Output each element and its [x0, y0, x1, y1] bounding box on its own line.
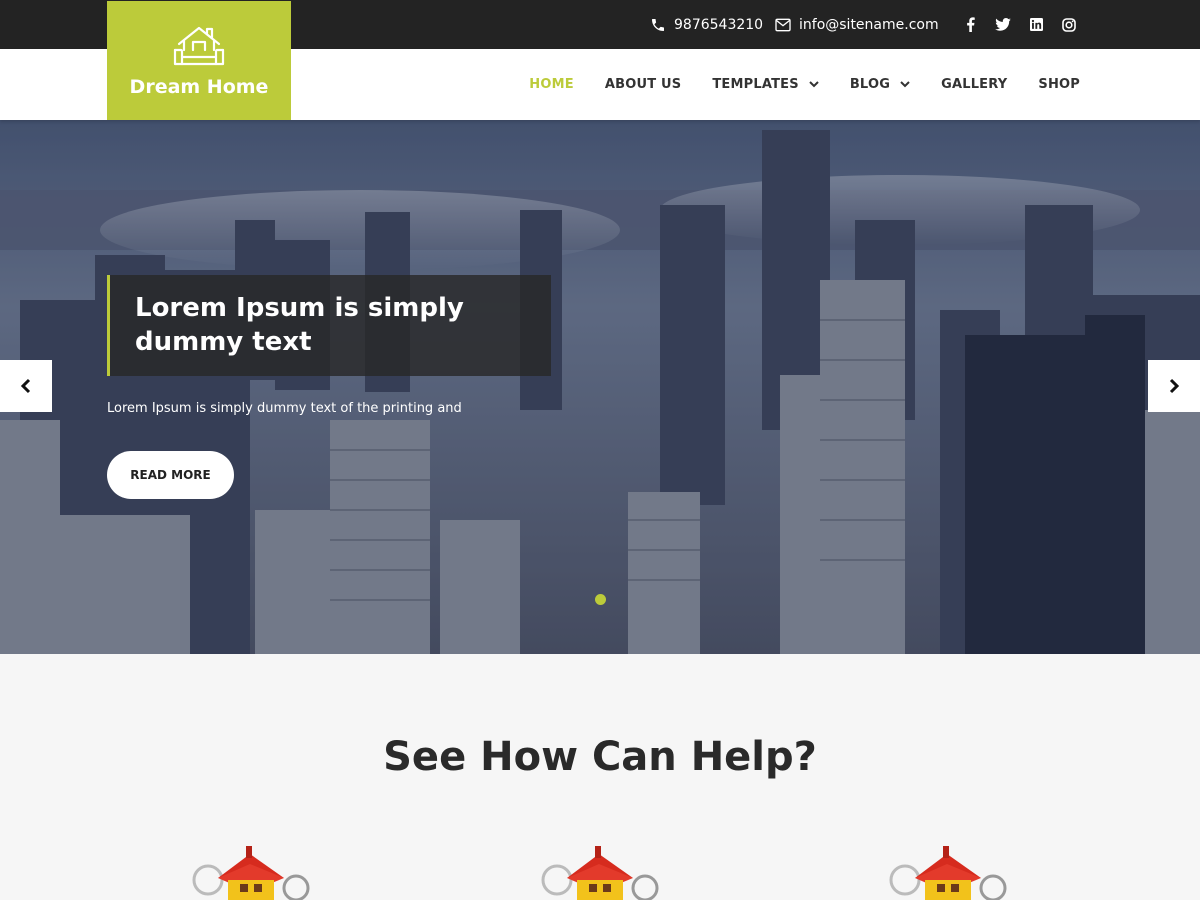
- nav-item-blog[interactable]: BLOG: [850, 77, 910, 92]
- city-skyline-image: [0, 120, 1200, 654]
- chevron-right-icon: [1169, 378, 1180, 394]
- logo-text: Dream Home: [129, 75, 269, 98]
- chevron-left-icon: [20, 378, 31, 394]
- twitter-icon[interactable]: [995, 17, 1011, 33]
- service-image-house[interactable]: [188, 840, 318, 900]
- nav-item-about-us[interactable]: ABOUT US: [605, 77, 682, 92]
- nav-label: BLOG: [849, 77, 891, 92]
- nav-item-gallery[interactable]: GALLERY: [941, 77, 1007, 92]
- hero-slider: Lorem Ipsum is simply dummy text Lorem I…: [0, 120, 1200, 654]
- main-nav: HOME ABOUT US TEMPLATES BLOG GALLERY SHO…: [498, 49, 1080, 120]
- slider-prev-button[interactable]: [0, 360, 52, 412]
- email-address: info@sitename.com: [799, 16, 939, 33]
- hero-description: Lorem Ipsum is simply dummy text of the …: [107, 401, 462, 416]
- service-image-house[interactable]: [537, 840, 667, 900]
- nav-label: TEMPLATES: [712, 77, 799, 92]
- chevron-down-icon: [809, 81, 819, 88]
- read-more-button[interactable]: READ MORE: [107, 451, 234, 499]
- nav-label: SHOP: [1038, 77, 1080, 92]
- slider-next-button[interactable]: [1148, 360, 1200, 412]
- phone-contact[interactable]: 9876543210: [650, 0, 763, 49]
- facebook-icon[interactable]: [962, 17, 978, 33]
- envelope-icon: [775, 18, 791, 31]
- nav-label: GALLERY: [941, 77, 1008, 92]
- hero-title-line-2: dummy text: [135, 327, 312, 357]
- house-keychain-image: [188, 840, 318, 900]
- nav-item-templates[interactable]: TEMPLATES: [712, 77, 819, 92]
- phone-icon: [652, 18, 664, 31]
- hero-title-line-1: Lorem Ipsum is simply: [135, 293, 464, 323]
- nav-label: ABOUT US: [604, 77, 682, 92]
- email-contact[interactable]: info@sitename.com: [775, 0, 939, 49]
- phone-number: 9876543210: [674, 16, 764, 33]
- instagram-icon[interactable]: [1061, 17, 1077, 33]
- nav-item-home[interactable]: HOME: [529, 77, 574, 92]
- social-links: [962, 0, 1077, 49]
- house-keychain-image: [537, 840, 667, 900]
- house-keychain-image: [885, 840, 1015, 900]
- service-image-house[interactable]: [885, 840, 1015, 900]
- section-title: See How Can Help?: [383, 734, 817, 780]
- nav-label: HOME: [529, 77, 574, 92]
- slider-dot[interactable]: [595, 594, 606, 605]
- house-icon: [173, 26, 225, 65]
- nav-item-shop[interactable]: SHOP: [1038, 77, 1080, 92]
- chevron-down-icon: [900, 81, 910, 88]
- site-logo[interactable]: Dream Home: [107, 1, 291, 120]
- linkedin-icon[interactable]: [1028, 17, 1044, 33]
- hero-title-box: Lorem Ipsum is simply dummy text: [107, 275, 551, 376]
